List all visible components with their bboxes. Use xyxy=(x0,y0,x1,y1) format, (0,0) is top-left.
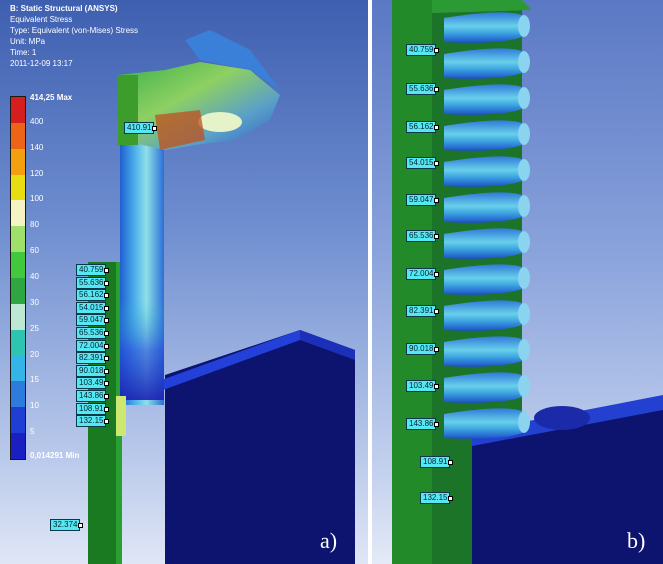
legend-swatch xyxy=(11,226,25,253)
bore-hole xyxy=(534,406,590,430)
thread-tip xyxy=(518,339,530,361)
probe-label[interactable]: 55.636 xyxy=(76,276,110,289)
probe-label[interactable]: 103.49 xyxy=(406,380,440,392)
thread-crest xyxy=(444,12,524,43)
legend-level-label: 400 xyxy=(30,116,44,126)
thread-crest xyxy=(444,120,524,151)
probe-label[interactable]: 65.536 xyxy=(406,230,440,242)
thread-crest xyxy=(444,48,524,79)
legend-swatch xyxy=(11,122,25,149)
probe-label[interactable]: 90.018 xyxy=(76,364,110,377)
stress-legend[interactable] xyxy=(10,96,26,460)
legend-swatch xyxy=(11,148,25,175)
legend-min-label: 0,014291 Min xyxy=(30,451,80,460)
probe-label[interactable]: 82.391 xyxy=(406,305,440,317)
probe-label[interactable]: 54.015 xyxy=(406,157,440,169)
probe-label[interactable]: 54.015 xyxy=(76,301,110,314)
probe-label[interactable]: 90.018 xyxy=(406,343,440,355)
thread-tip xyxy=(518,87,530,109)
thread-tip xyxy=(518,231,530,253)
legend-swatch xyxy=(11,329,25,356)
legend-swatch xyxy=(11,407,25,434)
probe-label[interactable]: 103.49 xyxy=(76,377,110,390)
legend-swatch xyxy=(11,200,25,227)
legend-swatch xyxy=(11,303,25,330)
probe-label[interactable]: 55.636 xyxy=(406,83,440,95)
legend-swatch xyxy=(11,252,25,278)
result-type: Type: Equivalent (von-Mises) Stress xyxy=(10,26,139,35)
result-name: Equivalent Stress xyxy=(10,15,73,24)
probe-label[interactable]: 82.391 xyxy=(76,352,110,365)
thread-crest xyxy=(444,264,524,295)
legend-swatch xyxy=(11,433,25,459)
thread-tip xyxy=(518,303,530,325)
probe-label[interactable]: 132.15 xyxy=(76,415,110,428)
thread-crest xyxy=(444,408,524,439)
probe-label[interactable]: 72.004 xyxy=(406,268,440,280)
rod-head-left xyxy=(118,75,138,145)
probe-label[interactable]: 108.91 xyxy=(76,402,110,415)
thread-crest xyxy=(444,300,524,331)
probe-label[interactable]: 65.536 xyxy=(76,327,110,339)
thread-tip xyxy=(518,123,530,145)
legend-level-label: 10 xyxy=(30,401,39,411)
thread-tip xyxy=(518,51,530,73)
probe-label[interactable]: 143.86 xyxy=(406,418,440,430)
probe-label[interactable]: 72.004 xyxy=(76,339,110,352)
probe-label[interactable]: 56.162 xyxy=(406,121,440,133)
legend-level-label: 5 xyxy=(30,427,35,437)
legend-level-label: 60 xyxy=(30,246,39,256)
probe-label[interactable]: 59.047 xyxy=(76,314,110,327)
panel-label-b: b) xyxy=(627,528,646,553)
thread-crest xyxy=(444,372,524,403)
rod-base-step xyxy=(116,396,126,436)
thread-tip xyxy=(518,159,530,181)
legend-swatch xyxy=(11,278,25,304)
probe-label[interactable]: 143.86 xyxy=(76,390,110,402)
viewport-panel-a[interactable]: B: Static Structural (ANSYS) Equivalent … xyxy=(0,0,368,564)
legend-level-label: 140 xyxy=(30,142,44,152)
legend-level-label: 15 xyxy=(30,375,39,385)
analysis-title: B: Static Structural (ANSYS) xyxy=(10,4,118,13)
legend-max-label: 414,25 Max xyxy=(30,93,73,102)
thread-crest xyxy=(444,228,524,259)
probe-label[interactable]: 56.162 xyxy=(76,289,110,302)
probe-base[interactable]: 32.374 xyxy=(50,519,84,531)
legend-level-label: 30 xyxy=(30,297,39,307)
probe-label[interactable]: 40.759 xyxy=(406,44,440,56)
legend-level-label: 20 xyxy=(30,349,39,359)
probe-label[interactable]: 132.15 xyxy=(420,492,454,504)
panel-label-a: a) xyxy=(320,528,338,553)
model-view-a xyxy=(88,30,355,564)
thread-tip xyxy=(518,15,530,37)
viewport-panel-b[interactable]: 40.759 55.636 56.162 54.015 59.047 65.536 72.0… xyxy=(372,0,663,564)
result-time: Time: 1 xyxy=(10,48,37,57)
thread-tip xyxy=(518,267,530,289)
thread-tip xyxy=(518,375,530,397)
probe-label[interactable]: 59.047 xyxy=(406,194,440,206)
probe-head[interactable]: 410.91 xyxy=(124,122,158,134)
legend-level-label: 40 xyxy=(30,272,39,281)
legend-level-label: 100 xyxy=(30,194,44,204)
rod-head-hole xyxy=(198,112,242,132)
legend-swatch xyxy=(11,355,25,382)
legend-level-label: 25 xyxy=(30,323,39,333)
probe-label[interactable]: 40.759 xyxy=(76,264,110,276)
thread-crest xyxy=(444,336,524,367)
thread-crest xyxy=(444,156,524,187)
result-unit: Unit: MPa xyxy=(10,37,46,46)
result-date: 2011-12-09 13:17 xyxy=(10,59,73,68)
legend-swatch xyxy=(11,381,25,408)
thread-crest xyxy=(444,192,524,223)
thread-crest xyxy=(444,84,524,115)
probe-label[interactable]: 108.91 xyxy=(420,456,454,468)
legend-swatch xyxy=(11,174,25,201)
thread-tip xyxy=(518,411,530,433)
thread-tip xyxy=(518,195,530,217)
legend-swatch xyxy=(11,97,25,123)
legend-level-label: 120 xyxy=(30,168,44,178)
legend-level-label: 80 xyxy=(30,220,39,230)
rod-shaft-band xyxy=(120,300,164,400)
